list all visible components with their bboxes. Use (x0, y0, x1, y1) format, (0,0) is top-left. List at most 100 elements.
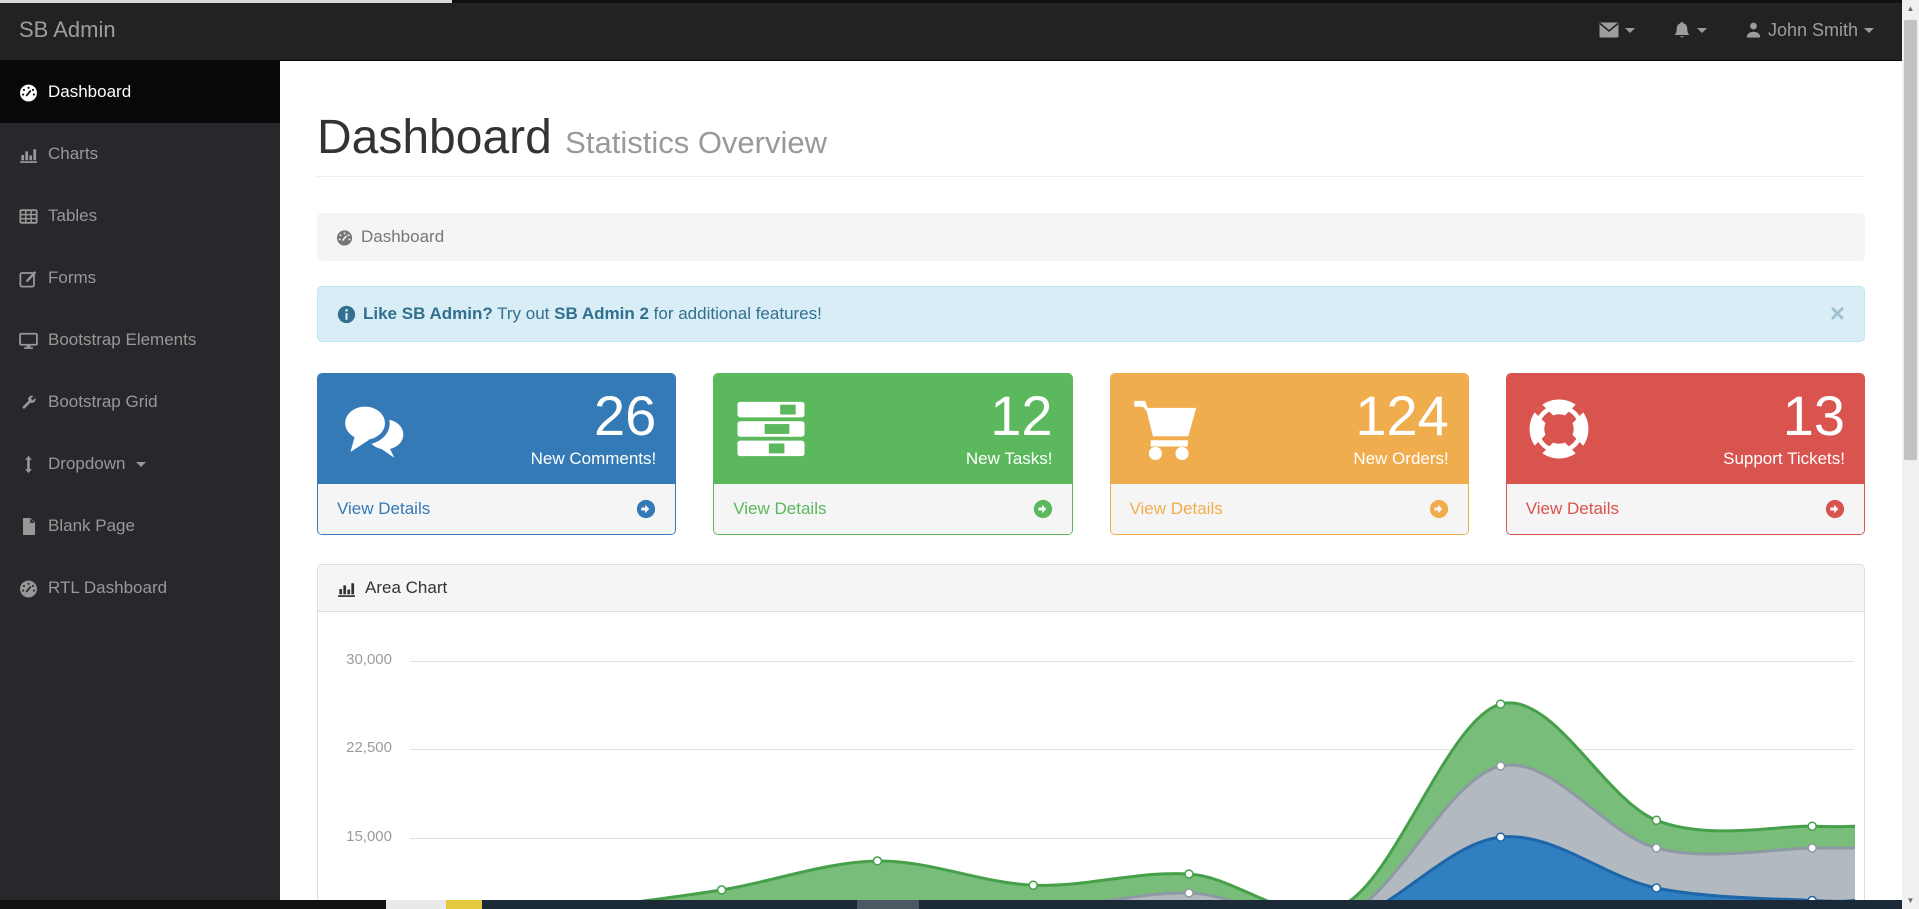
area-chart-panel: Area Chart 30,000 22,500 15,000 (317, 564, 1865, 909)
stat-panel-text: 12 New Tasks! (809, 388, 1052, 469)
arrow-circle-right-icon (1033, 499, 1053, 519)
sidebar-item-label: Forms (48, 268, 96, 288)
stat-panel-comments: 26 New Comments! View Details (317, 373, 676, 535)
breadcrumb: Dashboard (317, 213, 1865, 261)
sidebar-item-bootstrap-grid[interactable]: Bootstrap Grid (0, 371, 280, 433)
view-details-label: View Details (1130, 499, 1223, 519)
stat-panel-text: 13 Support Tickets! (1592, 388, 1845, 469)
sidebar-item-bootstrap-elements[interactable]: Bootstrap Elements (0, 309, 280, 371)
sidebar-item-label: Bootstrap Grid (48, 392, 158, 412)
breadcrumb-item-dashboard: Dashboard (361, 227, 444, 247)
stat-label: Support Tickets! (1592, 449, 1845, 469)
arrow-circle-right-icon (1825, 499, 1845, 519)
arrow-circle-right-icon (1429, 499, 1449, 519)
stat-panel-orders: 124 New Orders! View Details (1110, 373, 1469, 535)
sidebar-item-label: Dashboard (48, 82, 131, 102)
view-details-label: View Details (1526, 499, 1619, 519)
view-details-label: View Details (733, 499, 826, 519)
stat-value: 13 (1592, 388, 1845, 444)
area-chart-body: 30,000 22,500 15,000 (318, 612, 1864, 909)
user-name: John Smith (1768, 20, 1858, 41)
y-tick-label: 15,000 (314, 828, 392, 845)
envelope-icon (1599, 22, 1619, 38)
alert-text: Like SB Admin? Try out SB Admin 2 for ad… (363, 304, 822, 324)
page-subtitle: Statistics Overview (565, 125, 827, 160)
sidebar-item-dropdown[interactable]: Dropdown (0, 433, 280, 495)
navbar-right-group: John Smith (1599, 20, 1902, 41)
file-icon (19, 517, 38, 536)
sidebar-item-label: Tables (48, 206, 97, 226)
alerts-dropdown[interactable] (1673, 21, 1707, 40)
table-icon (19, 207, 38, 226)
tasks-icon (733, 399, 809, 459)
sidebar-item-label: RTL Dashboard (48, 578, 167, 598)
stat-panel-text: 26 New Comments! (415, 388, 656, 469)
top-navbar: SB Admin John Smith (0, 0, 1902, 61)
stat-panel-text: 124 New Orders! (1202, 388, 1449, 469)
taskbar-strip (0, 900, 1902, 909)
top-edge-dark-segment (452, 0, 1902, 3)
bar-chart-icon (337, 579, 356, 598)
bar-chart-icon (19, 145, 38, 164)
caret-down-icon (1625, 28, 1635, 33)
sidebar-item-dashboard[interactable]: Dashboard (0, 61, 280, 123)
view-details-link[interactable]: View Details (1507, 483, 1864, 534)
wrench-icon (19, 393, 38, 412)
caret-down-icon (136, 462, 146, 467)
brand-title: SB Admin (0, 17, 116, 43)
sidebar-item-forms[interactable]: Forms (0, 247, 280, 309)
info-circle-icon (337, 305, 356, 324)
taskbar-item[interactable] (857, 900, 919, 909)
stat-panel-body: 13 Support Tickets! (1507, 374, 1864, 483)
main-content: Dashboard Statistics Overview Dashboard … (280, 61, 1902, 909)
page-header: Dashboard Statistics Overview (317, 110, 1865, 177)
sidebar-item-label: Bootstrap Elements (48, 330, 196, 350)
area-chart-title: Area Chart (365, 578, 447, 598)
stat-label: New Comments! (415, 449, 656, 469)
dashboard-gauge-icon (19, 83, 38, 102)
user-dropdown[interactable]: John Smith (1745, 20, 1874, 41)
taskbar-dark-segment (0, 900, 386, 909)
stat-label: New Orders! (1202, 449, 1449, 469)
bell-icon (1673, 21, 1691, 40)
user-icon (1745, 21, 1762, 39)
area-chart-heading: Area Chart (318, 565, 1864, 612)
stat-value: 124 (1202, 388, 1449, 444)
view-details-link[interactable]: View Details (318, 483, 675, 534)
stat-panel-body: 26 New Comments! (318, 374, 675, 483)
messages-dropdown[interactable] (1599, 22, 1635, 38)
view-details-label: View Details (337, 499, 430, 519)
y-tick-label: 30,000 (314, 651, 392, 668)
desktop-icon (19, 331, 38, 350)
view-details-link[interactable]: View Details (1111, 483, 1468, 534)
scrollbar-thumb[interactable] (1904, 20, 1917, 460)
stat-panel-body: 124 New Orders! (1111, 374, 1468, 483)
taskbar-item[interactable] (446, 900, 482, 909)
scroll-up-button[interactable]: ▲ (1902, 0, 1919, 17)
arrow-circle-right-icon (636, 499, 656, 519)
sidebar-item-rtl-dashboard[interactable]: RTL Dashboard (0, 557, 280, 619)
page-title: Dashboard Statistics Overview (317, 111, 827, 164)
taskbar-item[interactable] (386, 900, 446, 909)
top-edge-light-segment (0, 0, 452, 3)
arrows-vertical-icon (19, 455, 38, 474)
sidebar-item-tables[interactable]: Tables (0, 185, 280, 247)
y-tick-label: 22,500 (314, 739, 392, 756)
sidebar-nav: Dashboard Charts Tables Forms Bootstrap … (0, 61, 280, 909)
scroll-down-button[interactable]: ▼ (1902, 892, 1919, 909)
close-icon[interactable]: × (1830, 304, 1845, 322)
edit-icon (19, 269, 38, 288)
area-chart-svg (410, 612, 1855, 909)
caret-down-icon (1697, 28, 1707, 33)
dashboard-gauge-icon (19, 579, 38, 598)
shopping-cart-icon (1130, 398, 1202, 460)
vertical-scrollbar[interactable]: ▲ ▼ (1902, 0, 1919, 909)
stat-value: 12 (809, 388, 1052, 444)
sidebar-item-charts[interactable]: Charts (0, 123, 280, 185)
sidebar-item-blank-page[interactable]: Blank Page (0, 495, 280, 557)
stat-panel-body: 12 New Tasks! (714, 374, 1071, 483)
stat-label: New Tasks! (809, 449, 1052, 469)
stat-value: 26 (415, 388, 656, 444)
sidebar-item-label: Dropdown (48, 454, 126, 474)
view-details-link[interactable]: View Details (714, 483, 1071, 534)
